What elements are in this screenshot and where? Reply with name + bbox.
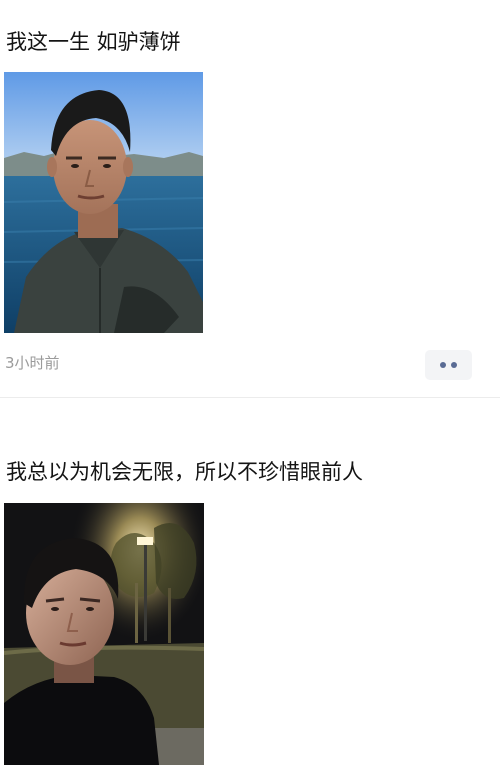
post-photo[interactable] — [4, 503, 204, 765]
selfie-by-lake-image — [4, 72, 203, 333]
more-options-button[interactable] — [425, 350, 472, 380]
post-meta: 3小时前 — [0, 348, 500, 380]
post-text: 我这一生 如驴薄饼 — [6, 30, 181, 54]
more-dot-icon — [440, 362, 446, 368]
post-timestamp: 3小时前 — [5, 354, 60, 372]
post-photo[interactable] — [4, 72, 203, 333]
selfie-at-night-park-image — [4, 503, 204, 765]
post-text: 我总以为机会无限，所以不珍惜眼前人 — [6, 460, 363, 484]
post-divider — [0, 397, 500, 398]
more-dot-icon — [451, 362, 457, 368]
